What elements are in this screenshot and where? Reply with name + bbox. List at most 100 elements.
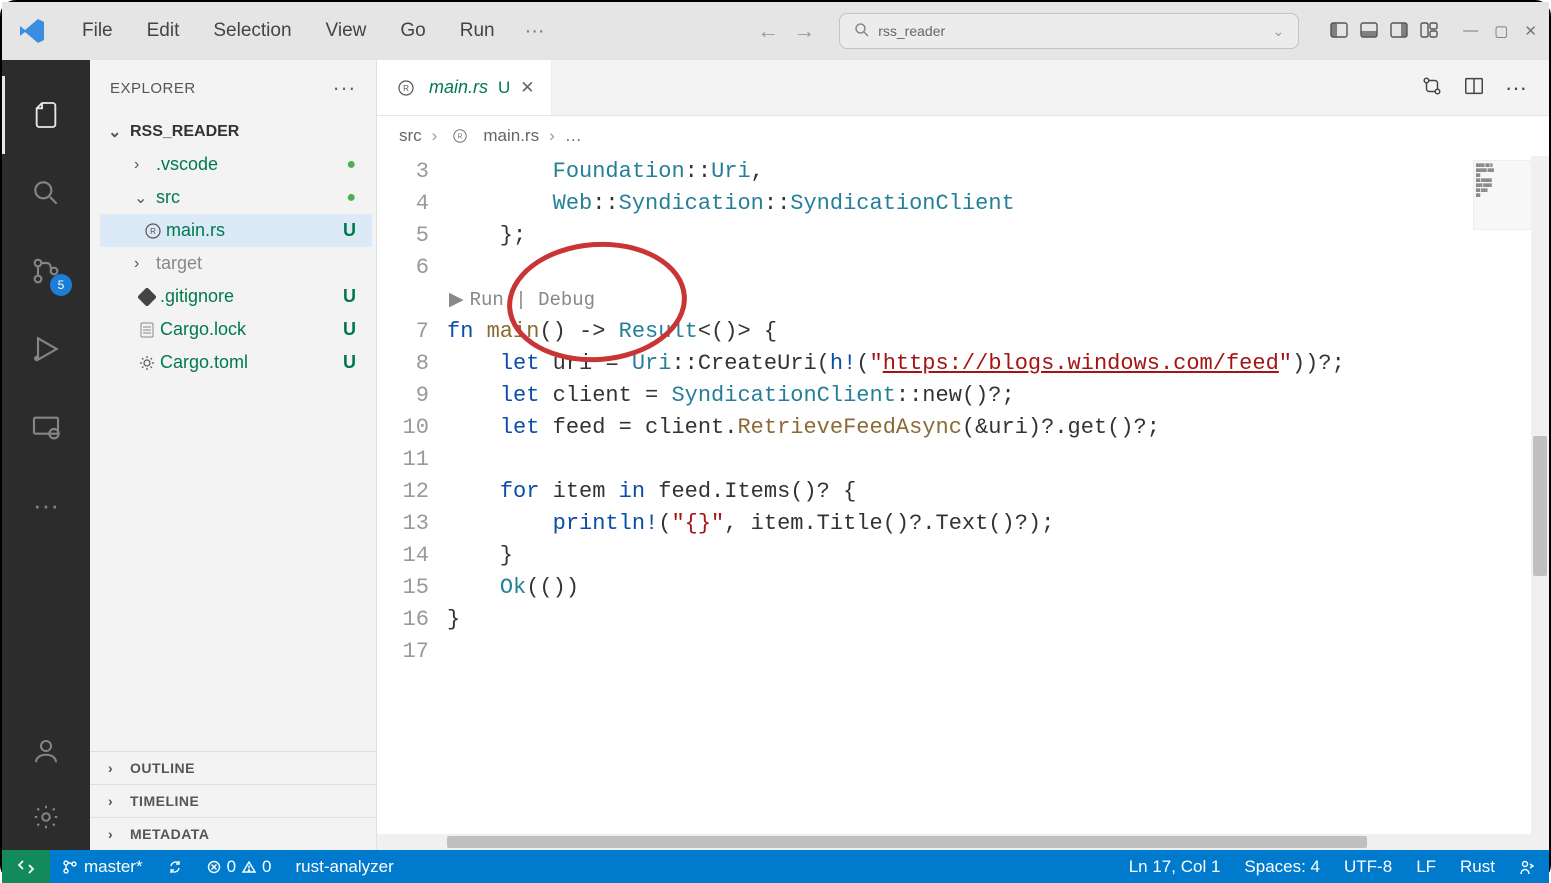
- line-number-gutter: 3 4 5 6 7 8 9 10 11 12 13 14 15 16 17: [377, 156, 447, 668]
- tree-item-src[interactable]: ⌄ src ●: [100, 181, 372, 214]
- breadcrumb[interactable]: src › R main.rs › …: [377, 116, 1549, 156]
- activity-settings-icon[interactable]: [2, 784, 90, 850]
- menu-more-icon[interactable]: ···: [515, 14, 555, 49]
- vertical-scrollbar[interactable]: [1531, 156, 1549, 834]
- feedback-icon[interactable]: [1507, 858, 1549, 876]
- menu-edit[interactable]: Edit: [133, 14, 194, 48]
- git-modified-icon: ●: [346, 156, 356, 174]
- chevron-down-icon: ⌄: [1273, 23, 1285, 40]
- rust-file-icon: R: [447, 128, 473, 144]
- tab-status: U: [498, 78, 510, 98]
- lsp-indicator[interactable]: rust-analyzer: [284, 857, 406, 877]
- tree-label: .vscode: [156, 154, 218, 175]
- tree-item-vscode[interactable]: › .vscode ●: [100, 148, 372, 181]
- eol-indicator[interactable]: LF: [1404, 857, 1448, 877]
- menu-go[interactable]: Go: [386, 14, 439, 48]
- code-editor[interactable]: Foundation::Uri, Web::Syndication::Syndi…: [447, 156, 1549, 668]
- editor-area: R main.rs U ✕ ··· src › R main.rs › … 3: [377, 60, 1549, 850]
- svg-text:R: R: [150, 227, 156, 236]
- outline-label: OUTLINE: [130, 760, 195, 776]
- chevron-right-icon: ›: [134, 156, 156, 174]
- problems-indicator[interactable]: 0 0: [195, 857, 284, 877]
- metadata-label: METADATA: [130, 826, 209, 842]
- command-center-text: rss_reader: [878, 23, 945, 39]
- vscode-logo-icon: [14, 13, 50, 49]
- remote-indicator-icon[interactable]: [2, 850, 50, 883]
- search-icon: [854, 22, 870, 41]
- rust-file-icon: R: [140, 222, 166, 240]
- timeline-label: TIMELINE: [130, 793, 199, 809]
- activity-bar: 5 ···: [2, 60, 90, 850]
- activity-more-icon[interactable]: ···: [2, 466, 90, 544]
- tab-main-rs[interactable]: R main.rs U ✕: [377, 60, 552, 115]
- menu-file[interactable]: File: [68, 14, 127, 48]
- root-folder-label: RSS_READER: [130, 123, 239, 141]
- chevron-right-icon: ›: [134, 255, 156, 273]
- sync-indicator-icon[interactable]: [155, 859, 195, 875]
- branch-indicator[interactable]: master*: [50, 857, 155, 877]
- breadcrumb-ellipsis[interactable]: …: [565, 126, 582, 146]
- git-file-icon: [134, 288, 160, 306]
- breadcrumb-item-src[interactable]: src: [399, 126, 422, 146]
- cursor-position[interactable]: Ln 17, Col 1: [1117, 857, 1233, 877]
- menu-view[interactable]: View: [312, 14, 381, 48]
- chevron-down-icon: ⌄: [108, 122, 130, 142]
- window-close-icon[interactable]: ✕: [1524, 22, 1537, 40]
- tab-bar: R main.rs U ✕ ···: [377, 60, 1549, 116]
- compare-changes-icon[interactable]: [1421, 75, 1443, 100]
- indentation-indicator[interactable]: Spaces: 4: [1232, 857, 1332, 877]
- editor-more-icon[interactable]: ···: [1505, 75, 1527, 101]
- status-bar: master* 0 0 rust-analyzer Ln 17, Col 1 S…: [2, 850, 1549, 883]
- nav-forward-icon[interactable]: →: [793, 18, 815, 44]
- tree-label: .gitignore: [160, 286, 234, 307]
- menu-run[interactable]: Run: [446, 14, 509, 48]
- layout-panel-icon[interactable]: [1359, 20, 1379, 43]
- git-untracked-badge: U: [343, 286, 356, 307]
- tree-item-cargo-toml[interactable]: Cargo.toml U: [100, 346, 372, 379]
- metadata-panel-header[interactable]: ›METADATA: [90, 817, 376, 850]
- menu-selection[interactable]: Selection: [199, 14, 305, 48]
- explorer-header: EXPLORER ···: [90, 60, 376, 116]
- activity-explorer-icon[interactable]: [2, 76, 90, 154]
- scm-badge: 5: [50, 274, 72, 296]
- tree-item-target[interactable]: › target: [100, 247, 372, 280]
- tree-item-main-rs[interactable]: R main.rs U: [100, 214, 372, 247]
- timeline-panel-header[interactable]: ›TIMELINE: [90, 784, 376, 817]
- window-maximize-icon[interactable]: ▢: [1494, 22, 1508, 40]
- breadcrumb-item-file[interactable]: main.rs: [483, 126, 539, 146]
- file-icon: [134, 321, 160, 339]
- nav-back-icon[interactable]: ←: [757, 18, 779, 44]
- split-editor-icon[interactable]: [1463, 75, 1485, 100]
- layout-sidebar-right-icon[interactable]: [1389, 20, 1409, 43]
- language-indicator[interactable]: Rust: [1448, 857, 1507, 877]
- git-untracked-badge: U: [343, 319, 356, 340]
- layout-sidebar-left-icon[interactable]: [1329, 20, 1349, 43]
- tree-label: main.rs: [166, 220, 225, 241]
- tree-root-folder[interactable]: ⌄ RSS_READER: [100, 116, 372, 148]
- tree-label: target: [156, 253, 202, 274]
- git-untracked-badge: U: [343, 352, 356, 373]
- gear-icon: [134, 354, 160, 372]
- window-minimize-icon[interactable]: —: [1463, 22, 1478, 40]
- tab-label: main.rs: [429, 77, 488, 98]
- outline-panel-header[interactable]: ›OUTLINE: [90, 751, 376, 784]
- codelens-run-debug[interactable]: ▶Run | Debug: [447, 284, 1549, 316]
- command-center-search[interactable]: rss_reader ⌄: [839, 13, 1299, 49]
- tree-item-gitignore[interactable]: .gitignore U: [100, 280, 372, 313]
- git-untracked-badge: U: [343, 220, 356, 241]
- tree-item-cargo-lock[interactable]: Cargo.lock U: [100, 313, 372, 346]
- activity-source-control-icon[interactable]: 5: [2, 232, 90, 310]
- close-icon[interactable]: ✕: [520, 78, 534, 98]
- activity-remote-icon[interactable]: [2, 388, 90, 466]
- activity-debug-icon[interactable]: [2, 310, 90, 388]
- explorer-more-icon[interactable]: ···: [333, 75, 356, 101]
- title-bar: File Edit Selection View Go Run ··· ← → …: [2, 2, 1549, 60]
- layout-customize-icon[interactable]: [1419, 20, 1439, 43]
- git-modified-icon: ●: [346, 189, 356, 207]
- tree-label: Cargo.lock: [160, 319, 246, 340]
- horizontal-scrollbar[interactable]: [377, 834, 1549, 850]
- activity-search-icon[interactable]: [2, 154, 90, 232]
- encoding-indicator[interactable]: UTF-8: [1332, 857, 1404, 877]
- chevron-down-icon: ⌄: [134, 188, 156, 208]
- activity-account-icon[interactable]: [2, 718, 90, 784]
